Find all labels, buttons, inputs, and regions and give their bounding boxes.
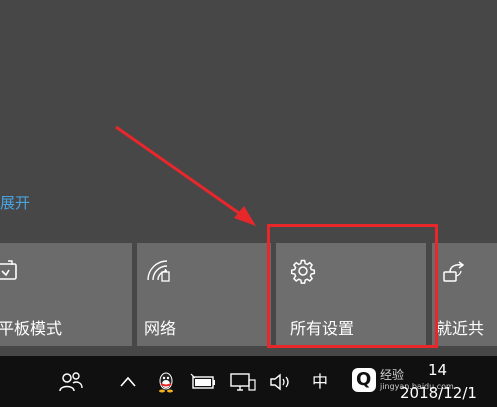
chevron-up-icon[interactable] xyxy=(118,370,138,394)
taskbar: 中 Q 经验 jingyan.baidu.com 14 2018/12/1 xyxy=(0,356,497,407)
tile-label: 网络 xyxy=(144,319,177,338)
watermark-logo: Q xyxy=(352,368,376,392)
tile-label: 平板模式 xyxy=(0,319,63,338)
tablet-mode-icon xyxy=(0,260,17,280)
qq-icon[interactable] xyxy=(154,370,178,394)
watermark-logo-letter: Q xyxy=(356,369,372,390)
nearby-sharing-icon xyxy=(443,261,465,282)
tile-tablet-mode[interactable]: 平板模式 xyxy=(0,243,132,346)
action-center-screen: 展开 平板模式 网络 所有设置 就近共 中 Q 经验 jingyan.baidu… xyxy=(0,0,497,407)
highlight-box xyxy=(267,224,438,348)
network-icon xyxy=(147,260,170,282)
battery-icon[interactable] xyxy=(190,370,218,394)
ime-indicator[interactable]: 中 xyxy=(312,372,328,392)
people-icon[interactable] xyxy=(58,370,84,394)
tile-label: 就近共 xyxy=(436,319,485,338)
clock-time[interactable]: 14 xyxy=(428,361,447,379)
tile-nearby-sharing[interactable]: 就近共 xyxy=(432,243,497,346)
watermark-text: 经验 xyxy=(380,368,405,382)
volume-icon[interactable] xyxy=(268,370,296,394)
clock-date[interactable]: 2018/12/1 xyxy=(400,384,477,402)
network-tray-icon[interactable] xyxy=(229,370,257,394)
tile-network[interactable]: 网络 xyxy=(137,243,271,346)
expand-link[interactable]: 展开 xyxy=(0,193,30,213)
